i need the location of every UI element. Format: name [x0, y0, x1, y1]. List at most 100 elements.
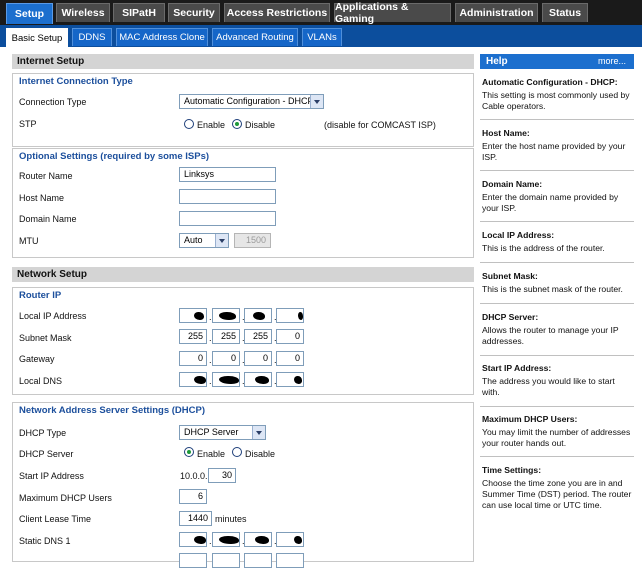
domain-name-label: Domain Name: [19, 214, 77, 224]
tab-status[interactable]: Status: [542, 3, 588, 22]
static-dns-2-octet-2[interactable]: [212, 553, 240, 568]
static-dns-1-octet-1[interactable]: [179, 532, 207, 547]
gateway-octet-2[interactable]: 0: [212, 351, 240, 366]
client-lease-time-input[interactable]: 1440: [179, 511, 212, 526]
help-item: Host Name: Enter the host name provided …: [482, 128, 634, 163]
subnet-mask-label: Subnet Mask: [19, 333, 72, 343]
mtu-select[interactable]: Auto: [179, 233, 229, 248]
stp-disable-radio[interactable]: [232, 119, 242, 129]
subtab-mac-address-clone[interactable]: MAC Address Clone: [116, 28, 208, 46]
help-item-title: Domain Name:: [482, 179, 543, 189]
subnet-octet-2[interactable]: 255: [212, 329, 240, 344]
subnet-octet-4[interactable]: 0: [276, 329, 304, 344]
stp-enable-radio[interactable]: [184, 119, 194, 129]
stp-label: STP: [19, 119, 37, 129]
help-item-text: The address you would like to start with…: [482, 376, 615, 397]
help-item-title: Subnet Mask:: [482, 271, 538, 281]
redaction-blot: [255, 536, 269, 544]
help-item-title: Time Settings:: [482, 465, 542, 475]
sub-nav: Basic Setup DDNS MAC Address Clone Advan…: [0, 25, 642, 47]
connection-type-select[interactable]: Automatic Configuration - DHCP: [179, 94, 324, 109]
local-ip-octet-4[interactable]: [276, 308, 304, 323]
start-ip-prefix: 10.0.0.: [180, 471, 208, 481]
divider: [480, 355, 634, 356]
subnet-octet-3[interactable]: 255: [244, 329, 272, 344]
static-dns-1-octet-2[interactable]: [212, 532, 240, 547]
tab-sipath[interactable]: SIPatH: [113, 3, 165, 22]
help-more-link[interactable]: more...: [598, 54, 626, 69]
static-dns-2-octet-1[interactable]: [179, 553, 207, 568]
tab-security[interactable]: Security: [168, 3, 220, 22]
static-dns-1-octet-3[interactable]: [244, 532, 272, 547]
static-dns-1-label: Static DNS 1: [19, 536, 71, 546]
connection-type-group: Internet Connection Type: [12, 73, 474, 147]
divider: [480, 303, 634, 304]
top-nav: Setup Wireless SIPatH Security Access Re…: [0, 0, 642, 25]
help-item: Local IP Address: This is the address of…: [482, 230, 634, 254]
lease-unit-label: minutes: [215, 514, 247, 524]
max-dhcp-users-label: Maximum DHCP Users: [19, 493, 112, 503]
help-item: Domain Name: Enter the domain name provi…: [482, 179, 634, 214]
subtab-vlans[interactable]: VLANs: [302, 28, 342, 46]
tab-administration[interactable]: Administration: [455, 3, 538, 22]
gateway-label: Gateway: [19, 354, 55, 364]
divider: [480, 262, 634, 263]
host-name-input[interactable]: [179, 189, 276, 204]
group-title: Router IP: [19, 290, 62, 301]
gateway-octet-4[interactable]: 0: [276, 351, 304, 366]
divider: [480, 456, 634, 457]
gateway-octet-3[interactable]: 0: [244, 351, 272, 366]
subnet-octet-1[interactable]: 255: [179, 329, 207, 344]
redaction-blot: [219, 312, 236, 320]
help-item: Maximum DHCP Users: You may limit the nu…: [482, 414, 634, 449]
dhcp-disable-label: Disable: [245, 449, 276, 459]
subtab-ddns[interactable]: DDNS: [72, 28, 112, 46]
help-item: Start IP Address: The address you would …: [482, 363, 634, 398]
mtu-value-input[interactable]: 1500: [234, 233, 271, 248]
group-title: Internet Connection Type: [19, 76, 133, 87]
redaction-blot: [219, 376, 239, 384]
help-item-title: Host Name:: [482, 128, 530, 138]
dhcp-enable-label: Enable: [197, 449, 226, 459]
redaction-blot: [219, 536, 239, 544]
tab-wireless[interactable]: Wireless: [56, 3, 110, 22]
static-dns-2-octet-3[interactable]: [244, 553, 272, 568]
dhcp-disable-radio[interactable]: [232, 447, 242, 457]
local-dns-octet-2[interactable]: [212, 372, 240, 387]
max-dhcp-users-input[interactable]: 6: [179, 489, 207, 504]
help-item: Automatic Configuration - DHCP: This set…: [482, 77, 634, 112]
redaction-blot: [255, 376, 269, 384]
local-ip-octet-2[interactable]: [212, 308, 240, 323]
dhcp-type-select[interactable]: DHCP Server: [179, 425, 266, 440]
static-dns-1-octet-4[interactable]: [276, 532, 304, 547]
help-item-text: Choose the time zone you are in and Summ…: [482, 478, 632, 510]
divider: [480, 170, 634, 171]
subtab-basic-setup[interactable]: Basic Setup: [6, 28, 68, 47]
redaction-blot: [298, 312, 303, 320]
local-ip-octet-1[interactable]: [179, 308, 207, 323]
redaction-blot: [294, 376, 302, 384]
domain-name-input[interactable]: [179, 211, 276, 226]
local-dns-octet-1[interactable]: [179, 372, 207, 387]
local-dns-octet-3[interactable]: [244, 372, 272, 387]
network-setup-header: Network Setup: [12, 267, 474, 282]
help-item-text: This is the address of the router.: [482, 243, 605, 253]
dhcp-server-label: DHCP Server: [19, 449, 74, 459]
tab-access-restrictions[interactable]: Access Restrictions: [224, 3, 330, 22]
router-name-input[interactable]: Linksys: [179, 167, 276, 182]
divider: [480, 119, 634, 120]
dhcp-type-label: DHCP Type: [19, 428, 67, 438]
tab-applications-gaming[interactable]: Applications & Gaming: [334, 1, 451, 25]
gateway-octet-1[interactable]: 0: [179, 351, 207, 366]
dhcp-enable-radio[interactable]: [184, 447, 194, 457]
local-ip-octet-3[interactable]: [244, 308, 272, 323]
static-dns-2-octet-4[interactable]: [276, 553, 304, 568]
local-dns-octet-4[interactable]: [276, 372, 304, 387]
tab-setup[interactable]: Setup: [6, 3, 53, 24]
help-item: Time Settings: Choose the time zone you …: [482, 465, 634, 511]
start-ip-last-octet[interactable]: 30: [208, 468, 236, 483]
connection-type-value: Automatic Configuration - DHCP: [184, 96, 314, 106]
redaction-blot: [194, 312, 204, 320]
subtab-advanced-routing[interactable]: Advanced Routing: [212, 28, 298, 46]
start-ip-label: Start IP Address: [19, 471, 84, 481]
